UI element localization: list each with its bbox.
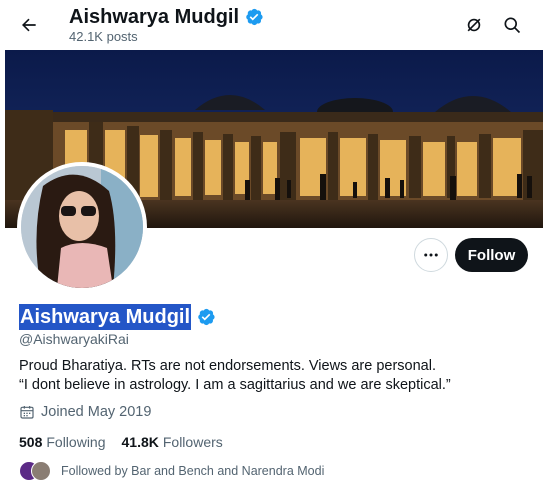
search-button[interactable] [498, 11, 526, 39]
grok-icon [467, 18, 481, 32]
bio-line: “I dont believe in astrology. I am a sag… [19, 377, 451, 393]
profile-display-name: Aishwarya Mudgil [19, 304, 192, 330]
back-button[interactable] [14, 10, 44, 40]
followed-by-avatars [19, 461, 53, 481]
post-count: 42.1K posts [69, 29, 138, 44]
calendar-icon [20, 406, 34, 419]
avatar-image [21, 166, 143, 288]
profile-name-row: Aishwarya Mudgil [19, 304, 216, 330]
follow-button[interactable]: Follow [455, 238, 528, 272]
bio-line: Proud Bharatiya. RTs are not endorsement… [19, 358, 436, 374]
avatar [31, 461, 51, 481]
follow-stats: 508 Following 41.8K Followers [19, 434, 223, 450]
following-label: Following [46, 434, 106, 450]
header-title: Aishwarya Mudgil [69, 5, 264, 29]
following-link[interactable]: 508 Following [19, 434, 106, 450]
followers-link[interactable]: 41.8K Followers [122, 434, 223, 450]
grok-button[interactable] [460, 11, 488, 39]
arrow-left-icon [22, 18, 36, 32]
profile-handle: @AishwaryakiRai [19, 331, 129, 347]
joined-text: Joined May 2019 [41, 404, 152, 420]
profile-bio: Proud Bharatiya. RTs are not endorsement… [19, 357, 529, 395]
followers-label: Followers [162, 434, 223, 450]
top-bar: Aishwarya Mudgil 42.1K posts [0, 0, 548, 50]
following-count: 508 [19, 434, 43, 450]
followers-count: 41.8K [121, 434, 159, 450]
followed-by-link[interactable]: Followed by Bar and Bench and Narendra M… [19, 461, 324, 481]
more-options-button[interactable] [414, 238, 448, 272]
followed-by-text: Followed by Bar and Bench and Narendra M… [61, 464, 325, 478]
more-dots-icon [424, 253, 438, 257]
profile-avatar[interactable] [17, 162, 147, 292]
verified-badge-icon [246, 8, 263, 26]
header-name: Aishwarya Mudgil [69, 6, 240, 28]
joined-date: Joined May 2019 [19, 404, 151, 420]
verified-badge-icon[interactable] [196, 307, 216, 327]
search-icon [504, 17, 521, 34]
